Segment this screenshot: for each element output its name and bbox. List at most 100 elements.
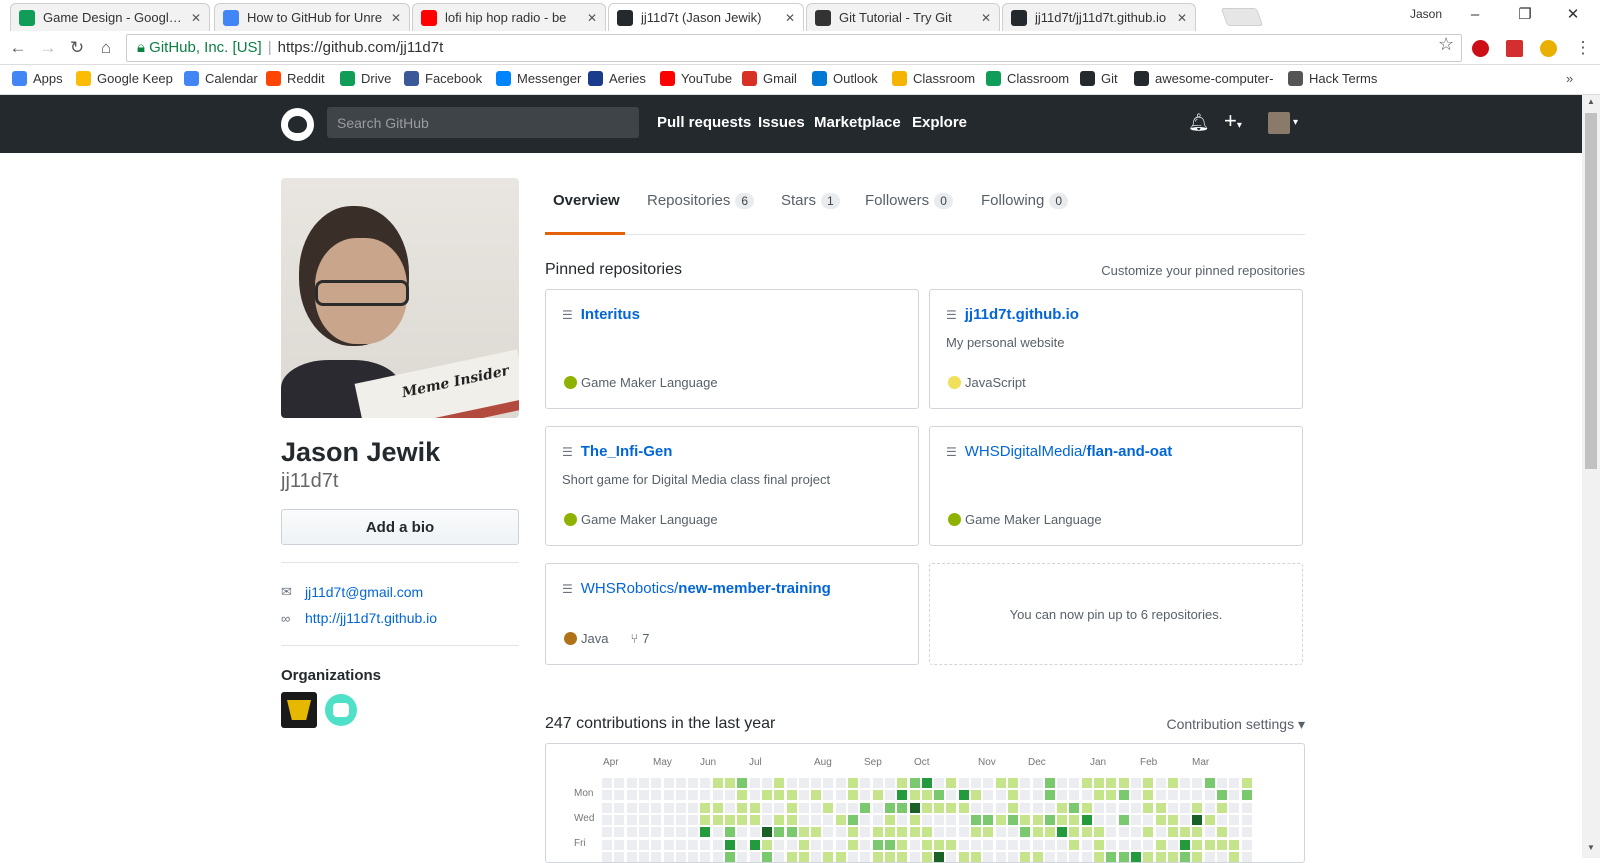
contribution-day[interactable]	[614, 778, 625, 788]
contribution-day[interactable]	[675, 802, 686, 813]
contribution-day[interactable]	[921, 778, 932, 788]
contribution-day[interactable]	[786, 802, 797, 813]
contribution-day[interactable]	[1094, 778, 1104, 788]
contribution-day[interactable]	[909, 814, 920, 825]
contribution-day[interactable]	[1155, 814, 1166, 825]
contribution-day[interactable]	[848, 802, 858, 813]
contribution-day[interactable]	[737, 778, 748, 788]
contribution-day[interactable]	[1217, 802, 1227, 813]
contribution-day[interactable]	[848, 814, 858, 825]
contribution-day[interactable]	[897, 814, 908, 825]
contribution-day[interactable]	[860, 802, 871, 813]
contribution-day[interactable]	[1094, 814, 1104, 825]
contribution-day[interactable]	[1069, 790, 1080, 801]
contribution-day[interactable]	[725, 814, 735, 825]
contribution-day[interactable]	[700, 827, 711, 838]
contribution-day[interactable]	[946, 790, 957, 801]
contribution-day[interactable]	[1167, 851, 1178, 862]
contribution-day[interactable]	[651, 790, 662, 801]
bookmark-item[interactable]: Messenger	[496, 71, 581, 86]
contribution-day[interactable]	[946, 802, 957, 813]
contribution-day[interactable]	[651, 802, 662, 813]
contribution-day[interactable]	[712, 802, 723, 813]
reload-icon[interactable]: ↻	[66, 37, 88, 59]
contribution-day[interactable]	[1094, 839, 1104, 850]
contribution-day[interactable]	[1180, 827, 1191, 838]
contribution-day[interactable]	[688, 790, 699, 801]
bookmark-item[interactable]: Hack Terms	[1288, 71, 1377, 86]
contribution-day[interactable]	[786, 827, 797, 838]
contribution-day[interactable]	[626, 802, 637, 813]
create-new-icon[interactable]: +▾	[1224, 108, 1242, 134]
scroll-up-icon[interactable]: ▲	[1587, 97, 1595, 106]
contribution-day[interactable]	[995, 778, 1006, 788]
contribution-day[interactable]	[860, 778, 871, 788]
contribution-day[interactable]	[712, 814, 723, 825]
contribution-day[interactable]	[934, 839, 945, 850]
contribution-day[interactable]	[1217, 814, 1227, 825]
contribution-day[interactable]	[971, 839, 981, 850]
contribution-day[interactable]	[725, 851, 735, 862]
contribution-day[interactable]	[909, 802, 920, 813]
contribution-day[interactable]	[897, 851, 908, 862]
contribution-day[interactable]	[1032, 790, 1043, 801]
contribution-day[interactable]	[1204, 802, 1215, 813]
close-tab-icon[interactable]: ✕	[587, 11, 597, 25]
contribution-day[interactable]	[1094, 827, 1104, 838]
contribution-day[interactable]	[663, 827, 674, 838]
browser-tab[interactable]: How to GitHub for Unre ✕	[214, 3, 410, 31]
contribution-day[interactable]	[602, 802, 612, 813]
contribution-day[interactable]	[1020, 814, 1031, 825]
contribution-day[interactable]	[1204, 851, 1215, 862]
menu-icon[interactable]: ⋮	[1572, 37, 1594, 59]
contribution-day[interactable]	[749, 814, 760, 825]
bookmark-star-icon[interactable]: ☆	[1438, 34, 1454, 55]
tab-repositories[interactable]: Repositories 6	[647, 192, 755, 209]
contribution-day[interactable]	[823, 827, 834, 838]
contribution-day[interactable]	[1192, 790, 1203, 801]
contribution-day[interactable]	[1217, 839, 1227, 850]
contribution-day[interactable]	[614, 827, 625, 838]
contribution-day[interactable]	[651, 839, 662, 850]
contribution-day[interactable]	[1192, 814, 1203, 825]
contribution-day[interactable]	[1241, 802, 1252, 813]
contribution-day[interactable]	[626, 839, 637, 850]
contribution-day[interactable]	[872, 790, 883, 801]
contribution-day[interactable]	[1118, 827, 1129, 838]
contribution-day[interactable]	[1167, 839, 1178, 850]
contribution-day[interactable]	[1081, 778, 1092, 788]
contribution-day[interactable]	[1167, 814, 1178, 825]
contribution-day[interactable]	[1020, 851, 1031, 862]
contribution-day[interactable]	[1007, 827, 1018, 838]
nav-issues[interactable]: Issues	[758, 114, 805, 131]
contribution-day[interactable]	[688, 839, 699, 850]
contribution-day[interactable]	[860, 839, 871, 850]
contribution-day[interactable]	[958, 814, 969, 825]
contribution-day[interactable]	[712, 778, 723, 788]
contribution-day[interactable]	[663, 839, 674, 850]
contribution-day[interactable]	[835, 839, 846, 850]
contribution-day[interactable]	[1155, 790, 1166, 801]
contribution-day[interactable]	[1143, 839, 1154, 850]
contribution-day[interactable]	[1217, 790, 1227, 801]
contribution-day[interactable]	[700, 790, 711, 801]
browser-tab[interactable]: jj11d7t/jj11d7t.github.io ✕	[1002, 3, 1196, 31]
contribution-day[interactable]	[614, 851, 625, 862]
contribution-day[interactable]	[1069, 851, 1080, 862]
contribution-day[interactable]	[1020, 802, 1031, 813]
contribution-day[interactable]	[1130, 802, 1141, 813]
contribution-day[interactable]	[602, 778, 612, 788]
contribution-day[interactable]	[737, 827, 748, 838]
contribution-day[interactable]	[688, 802, 699, 813]
contribution-day[interactable]	[663, 802, 674, 813]
contribution-day[interactable]	[946, 839, 957, 850]
contribution-day[interactable]	[1007, 839, 1018, 850]
contribution-day[interactable]	[1143, 790, 1154, 801]
contribution-day[interactable]	[1032, 778, 1043, 788]
contribution-day[interactable]	[626, 778, 637, 788]
contribution-day[interactable]	[835, 802, 846, 813]
contribution-day[interactable]	[614, 814, 625, 825]
browser-profile-name[interactable]: Jason	[1410, 7, 1442, 21]
contribution-day[interactable]	[749, 778, 760, 788]
contribution-day[interactable]	[712, 851, 723, 862]
